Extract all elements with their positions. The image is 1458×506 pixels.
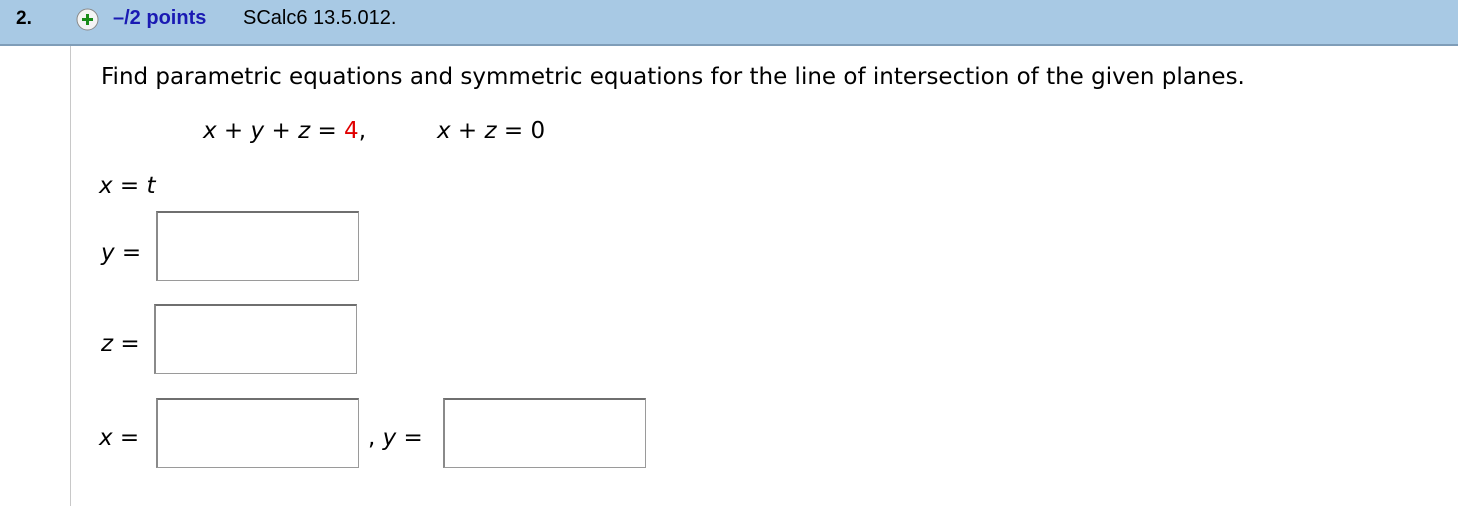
plane1-constant: 4 xyxy=(344,118,359,144)
var-z: z xyxy=(484,118,497,144)
sym-x-label: x = xyxy=(99,425,139,451)
equals-sign: = xyxy=(496,118,531,144)
plane-equation-2: x + z = 0 xyxy=(437,118,545,144)
problem-reference: SCalc6 13.5.012. xyxy=(243,7,397,29)
var-x: x xyxy=(99,173,113,199)
expand-plus-icon[interactable] xyxy=(76,8,99,31)
plus-sign: + xyxy=(216,118,251,144)
var-x: x xyxy=(437,118,451,144)
problem-prompt: Find parametric equations and symmetric … xyxy=(101,64,1245,90)
plus-sign: + xyxy=(264,118,299,144)
plus-sign: + xyxy=(450,118,485,144)
var-x: x xyxy=(203,118,217,144)
parametric-z-input[interactable] xyxy=(154,304,357,374)
var-z: z xyxy=(298,118,311,144)
var-z: z xyxy=(101,331,114,357)
comma: , xyxy=(358,118,366,144)
equals-sign: = xyxy=(396,425,423,451)
equals-sign: = xyxy=(114,240,142,266)
equals-sign: = xyxy=(113,331,140,357)
var-y: y xyxy=(382,425,397,451)
equals-sign: = xyxy=(112,425,140,451)
z-label: z = xyxy=(101,331,140,357)
symmetric-x-input[interactable] xyxy=(156,398,359,468)
equals-sign: = xyxy=(310,118,345,144)
comma: , xyxy=(368,425,383,451)
question-header: 2. –/2 points SCalc6 13.5.012. xyxy=(0,0,1458,46)
question-number: 2. xyxy=(16,8,32,29)
points-value: –/2 points xyxy=(113,7,207,29)
left-divider xyxy=(70,46,71,506)
plane2-constant: 0 xyxy=(530,118,546,144)
param-t: t xyxy=(146,173,156,199)
plane-equation-1: x + y + z = 4, xyxy=(203,118,366,144)
var-x: x xyxy=(99,425,113,451)
sym-y-label: , y = xyxy=(368,425,423,451)
parametric-y-input[interactable] xyxy=(156,211,359,281)
equals-sign: = xyxy=(112,173,147,199)
var-y: y xyxy=(250,118,265,144)
x-equals-t: x = t xyxy=(99,173,156,199)
var-y: y xyxy=(101,240,115,266)
y-label: y = xyxy=(101,240,141,266)
symmetric-y-input[interactable] xyxy=(443,398,646,468)
